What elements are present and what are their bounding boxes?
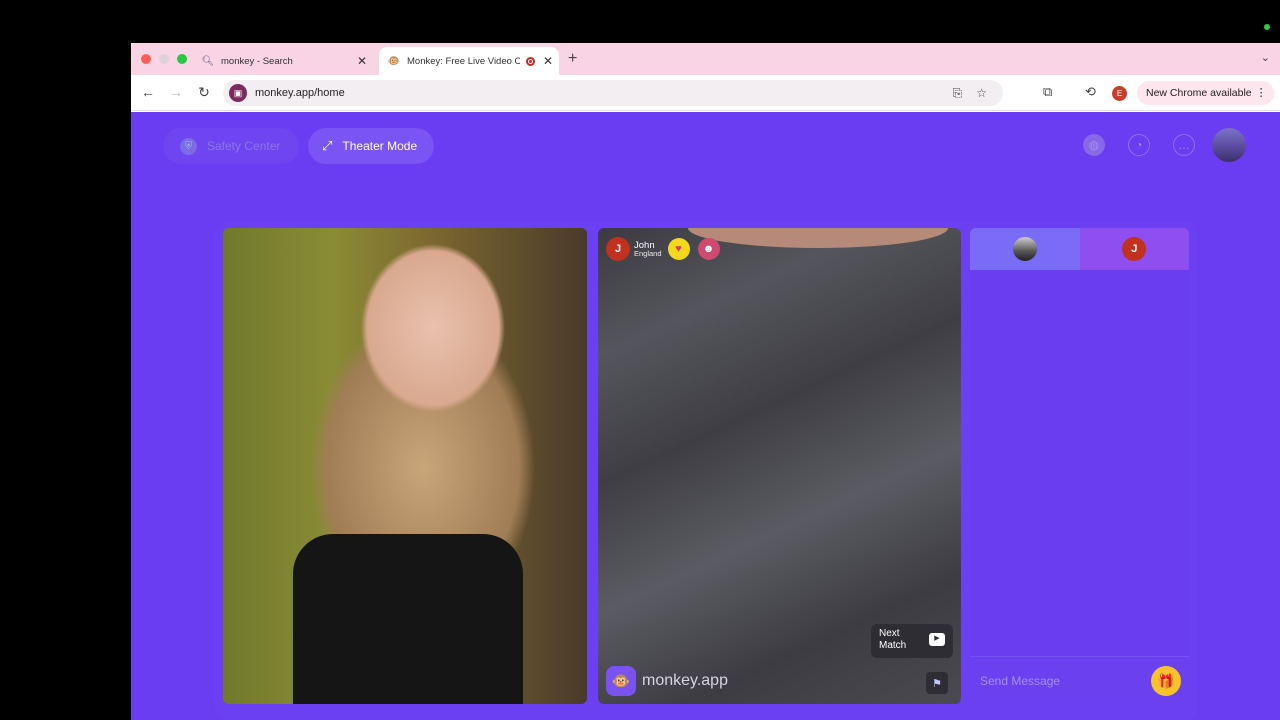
messages-icon[interactable]: … [1173, 134, 1195, 156]
performance-icon[interactable]: ⟲ [1085, 84, 1096, 100]
video-chat-panel: J John England ♥ ☻ Next Match ▶ 🐵 monkey… [215, 222, 1197, 720]
minimize-window-button[interactable] [159, 54, 169, 64]
chat-tab-self[interactable] [970, 228, 1080, 270]
new-tab-button[interactable]: + [568, 50, 577, 68]
shield-icon: ⛨ [180, 137, 197, 155]
brand-text: monkey.app [642, 672, 728, 689]
close-tab-icon[interactable]: ✕ [355, 54, 369, 68]
close-window-button[interactable] [141, 54, 151, 64]
local-video [223, 228, 587, 704]
partner-avatar: J [1122, 237, 1147, 261]
tab-title: Monkey: Free Live Video C [407, 55, 520, 67]
chat-tab-partner[interactable]: J [1079, 228, 1189, 270]
chat-participants: J [970, 228, 1189, 270]
extensions-icon[interactable]: ⧉ [1043, 84, 1052, 100]
remote-user-info: John England [634, 240, 662, 258]
history-icon[interactable]: ◔ [1128, 134, 1150, 156]
globe-icon[interactable]: ◍ [1083, 134, 1105, 156]
browser-window: 🔍︎ monkey - Search ✕ 🐵 Monkey: Free Live… [131, 43, 1280, 720]
back-icon[interactable]: ← [139, 84, 157, 100]
monkey-logo-icon: 🐵 [606, 666, 636, 696]
watermark: 🐵 monkey.app [606, 666, 728, 696]
remote-user-avatar: J [606, 237, 630, 261]
more-menu-icon[interactable]: ⋮ [1256, 86, 1267, 99]
theater-mode-label: Theater Mode [342, 139, 418, 153]
play-icon: ▶ [929, 633, 945, 646]
monkey-page: ⛨ Safety Center ⤢ Theater Mode ◍ ◔ … J J… [131, 112, 1280, 720]
site-info-icon[interactable]: ▣ [229, 84, 247, 102]
address-bar[interactable]: ▣ monkey.app/home ⎘ ☆ [223, 80, 1003, 106]
new-chrome-label: New Chrome available [1146, 87, 1252, 99]
maximize-window-button[interactable] [177, 54, 187, 64]
tab-monkey[interactable]: 🐵 Monkey: Free Live Video C ✕ [379, 47, 559, 75]
expand-icon: ⤢ [322, 138, 333, 153]
tab-search-menu-icon[interactable]: ⌄ [1261, 51, 1270, 64]
heart-icon[interactable]: ♥ [667, 238, 690, 260]
bookmark-star-icon[interactable]: ☆ [976, 86, 987, 101]
local-video-subject [293, 534, 523, 704]
tab-title: monkey - Search [221, 55, 293, 67]
recording-indicator [1264, 24, 1270, 30]
remote-user-country: England [634, 249, 662, 258]
forward-icon[interactable]: → [167, 84, 185, 100]
chat-panel: J Send Message 🎁 [970, 228, 1189, 704]
close-tab-icon[interactable]: ✕ [541, 54, 555, 68]
report-button[interactable]: ⚑ [926, 672, 948, 694]
browser-toolbar: ← → ↻ ▣ monkey.app/home ⎘ ☆ ⧉ ⟲ E New Ch… [131, 75, 1280, 111]
reload-icon[interactable]: ↻ [195, 84, 213, 101]
self-avatar [1012, 237, 1037, 261]
new-chrome-button[interactable]: New Chrome available ⋮ [1137, 81, 1274, 105]
user-avatar[interactable] [1212, 128, 1246, 162]
screen: 🔍︎ monkey - Search ✕ 🐵 Monkey: Free Live… [0, 0, 1280, 720]
remote-video: J John England ♥ ☻ Next Match ▶ 🐵 monkey… [598, 228, 961, 704]
search-icon: 🔍︎ [201, 55, 215, 67]
emoji-badge-icon[interactable]: ☻ [697, 238, 720, 260]
monkey-icon: 🐵 [387, 55, 401, 67]
safety-center-button[interactable]: ⛨ Safety Center [163, 128, 299, 164]
remote-video-subject [688, 228, 948, 248]
url-text: monkey.app/home [255, 87, 345, 99]
send-message-input[interactable]: Send Message 🎁 [970, 656, 1189, 704]
send-message-placeholder: Send Message [980, 673, 1061, 688]
window-controls [141, 54, 187, 64]
safety-center-label: Safety Center [207, 139, 281, 153]
next-match-button[interactable]: Next Match ▶ [871, 624, 953, 658]
remote-user-badge[interactable]: J John England ♥ ☻ [606, 237, 720, 261]
profile-avatar[interactable]: E [1112, 86, 1127, 101]
theater-mode-button[interactable]: ⤢ Theater Mode [308, 128, 434, 164]
tab-search[interactable]: 🔍︎ monkey - Search ✕ [193, 47, 373, 75]
install-app-icon[interactable]: ⎘ [953, 86, 963, 101]
tab-strip: 🔍︎ monkey - Search ✕ 🐵 Monkey: Free Live… [131, 43, 1280, 75]
recording-icon [526, 56, 535, 66]
gift-icon[interactable]: 🎁 [1151, 666, 1181, 696]
